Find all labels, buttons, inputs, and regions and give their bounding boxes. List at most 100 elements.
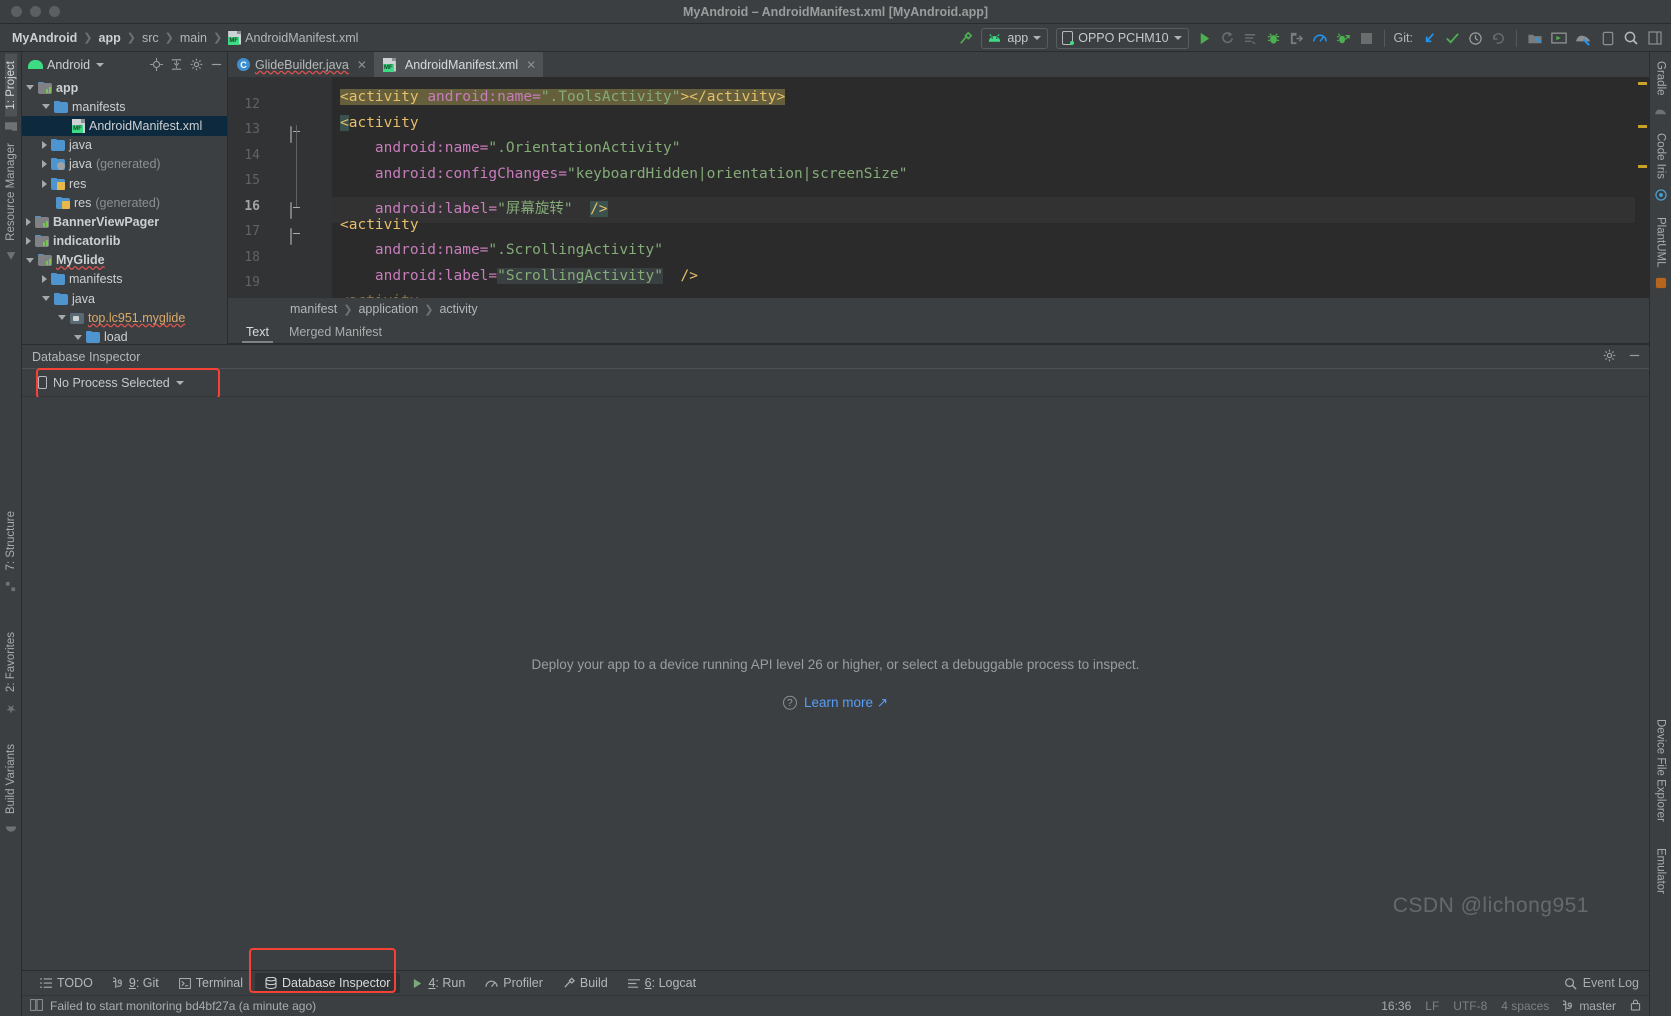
close-icon[interactable]: ✕: [357, 58, 367, 72]
hide-icon[interactable]: [209, 58, 223, 72]
update-project-icon[interactable]: [1419, 28, 1440, 49]
gear-icon[interactable]: [1603, 349, 1616, 365]
minimize-icon[interactable]: [1628, 349, 1641, 365]
run-configuration-selector[interactable]: app: [981, 27, 1049, 49]
run-icon[interactable]: [1194, 28, 1215, 49]
layout-icon[interactable]: [1644, 28, 1665, 49]
run-device-icon[interactable]: [1597, 28, 1618, 49]
expand-arrow-icon[interactable]: [26, 217, 31, 226]
profiler-icon[interactable]: [1309, 28, 1331, 49]
expand-arrow-icon[interactable]: [42, 141, 47, 150]
tree-row[interactable]: indicatorlib: [22, 232, 227, 251]
tree-row[interactable]: java: [22, 136, 227, 155]
run-with-coverage-icon[interactable]: [1217, 28, 1238, 49]
bottom-item-build[interactable]: Build: [553, 973, 618, 993]
breadcrumb-item-project[interactable]: MyAndroid: [8, 31, 81, 45]
editor-breadcrumb[interactable]: manifest ❯ application ❯ activity: [228, 298, 1649, 320]
tab-text[interactable]: Text: [238, 323, 277, 343]
tree-row[interactable]: java (generated): [22, 155, 227, 174]
lock-icon[interactable]: [1630, 999, 1641, 1014]
collapse-all-icon[interactable]: [169, 58, 183, 72]
editor-tab-androidmanifest[interactable]: MF AndroidManifest.xml ✕: [373, 52, 544, 77]
bottom-item-logcat[interactable]: 6: Logcat: [618, 973, 706, 993]
expand-arrow-icon[interactable]: [42, 179, 47, 188]
tree-row[interactable]: BannerViewPager: [22, 212, 227, 231]
commit-icon[interactable]: [1442, 28, 1463, 49]
chevron-down-icon[interactable]: [96, 62, 105, 67]
tab-merged-manifest[interactable]: Merged Manifest: [281, 323, 390, 343]
device-selector[interactable]: OPPO PCHM10: [1056, 27, 1189, 49]
breadcrumb-item-src[interactable]: src: [138, 31, 163, 45]
minimize-window-button[interactable]: [30, 6, 41, 17]
expand-arrow-icon[interactable]: [42, 104, 50, 110]
tree-row[interactable]: res: [22, 174, 227, 193]
expand-arrow-icon[interactable]: [26, 85, 34, 91]
breadcrumb-item-app[interactable]: app: [95, 31, 125, 45]
editor-tab-glidebuilder[interactable]: C GlideBuilder.java ✕: [228, 52, 374, 77]
sidebar-item-favorites[interactable]: 2: Favorites: [5, 625, 17, 699]
sidebar-item-structure[interactable]: 7: Structure: [5, 504, 17, 577]
breadcrumb-item-main[interactable]: main: [176, 31, 211, 45]
status-branch[interactable]: master: [1563, 999, 1616, 1013]
code-editor[interactable]: 12 13 14 15 16 17 18 19 20: [228, 77, 1649, 298]
project-tree[interactable]: app manifests MF AndroidManifest.xml jav…: [22, 77, 227, 344]
window-traffic-lights[interactable]: [0, 6, 60, 17]
bottom-item-terminal[interactable]: Terminal: [169, 973, 253, 993]
close-window-button[interactable]: [11, 6, 22, 17]
gear-icon[interactable]: [189, 58, 203, 72]
expand-arrow-icon[interactable]: [26, 257, 34, 263]
bottom-item-run[interactable]: 4: Run: [402, 973, 475, 993]
sidebar-item-code-iris[interactable]: Code Iris: [1655, 126, 1667, 186]
tree-row[interactable]: top.lc951.myglide: [22, 308, 227, 327]
process-selector[interactable]: No Process Selected: [32, 373, 190, 393]
expand-arrow-icon[interactable]: [42, 296, 50, 302]
history-icon[interactable]: [1465, 28, 1486, 49]
editor-gutter[interactable]: 12 13 14 15 16 17 18 19 20: [228, 77, 332, 298]
tree-row[interactable]: manifests: [22, 97, 227, 116]
fold-marker-icon[interactable]: [290, 228, 301, 245]
bottom-item-git[interactable]: 9: Git: [103, 973, 169, 993]
bottom-item-todo[interactable]: TODO: [30, 973, 103, 993]
code-text-area[interactable]: <activity android:name=".ToolsActivity">…: [332, 77, 1635, 298]
expand-arrow-icon[interactable]: [42, 160, 47, 169]
sidebar-item-plantuml[interactable]: PlantUML: [1655, 210, 1667, 275]
profile-debug-icon[interactable]: [1333, 28, 1354, 49]
maximize-window-button[interactable]: [49, 6, 60, 17]
sidebar-item-device-file-explorer[interactable]: Device File Explorer: [1655, 712, 1667, 829]
tree-row[interactable]: app: [22, 78, 227, 97]
status-indent[interactable]: 4 spaces: [1501, 999, 1549, 1013]
rollback-icon[interactable]: [1488, 28, 1509, 49]
learn-more-link[interactable]: ? Learn more ↗: [782, 695, 888, 711]
build-hammer-icon[interactable]: [955, 28, 976, 49]
breadcrumb-activity[interactable]: activity: [439, 302, 477, 316]
bottom-item-profiler[interactable]: Profiler: [475, 973, 553, 993]
bottom-item-database-inspector[interactable]: Database Inspector: [255, 973, 401, 993]
stop-icon[interactable]: [1356, 28, 1377, 49]
tree-row-androidmanifest[interactable]: MF AndroidManifest.xml: [22, 116, 227, 136]
project-view-label[interactable]: Android: [47, 58, 90, 72]
tree-row[interactable]: res (generated): [22, 193, 227, 212]
warning-stripe[interactable]: [1638, 82, 1647, 85]
search-icon[interactable]: [1620, 28, 1642, 49]
locate-icon[interactable]: [149, 58, 163, 72]
sidebar-item-build-variants[interactable]: Build Variants: [5, 737, 17, 821]
attach-debugger-icon[interactable]: [1286, 28, 1307, 49]
event-log-button[interactable]: Event Log: [1564, 976, 1649, 990]
sidebar-item-project[interactable]: 1: Project: [4, 54, 17, 117]
editor-error-stripe[interactable]: [1635, 77, 1649, 298]
avd-manager-icon[interactable]: [1548, 28, 1570, 49]
breadcrumb-manifest[interactable]: manifest: [290, 302, 337, 316]
status-encoding[interactable]: UTF-8: [1453, 999, 1487, 1013]
sidebar-item-emulator[interactable]: Emulator: [1655, 841, 1667, 901]
sdk-manager-icon[interactable]: [1524, 28, 1546, 49]
breadcrumb-application[interactable]: application: [358, 302, 418, 316]
warning-stripe[interactable]: [1638, 125, 1647, 128]
breadcrumb-item-file[interactable]: MF AndroidManifest.xml: [224, 30, 362, 45]
sidebar-item-resource-manager[interactable]: Resource Manager: [5, 136, 17, 248]
apply-changes-icon[interactable]: [1240, 28, 1261, 49]
tree-row[interactable]: java: [22, 289, 227, 308]
tree-row[interactable]: MyGlide: [22, 251, 227, 270]
expand-arrow-icon[interactable]: [74, 334, 82, 340]
tree-row[interactable]: load: [22, 327, 227, 344]
debug-icon[interactable]: [1263, 28, 1284, 49]
